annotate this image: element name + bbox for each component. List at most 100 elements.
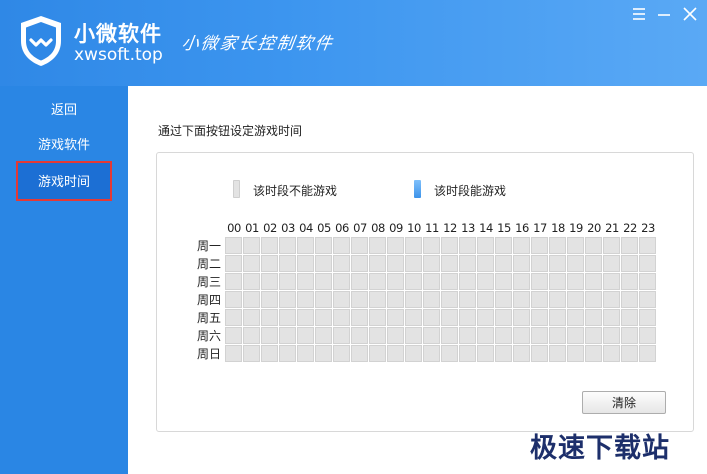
time-slot-cell[interactable] (297, 255, 314, 272)
time-slot-cell[interactable] (315, 291, 332, 308)
time-slot-cell[interactable] (369, 309, 386, 326)
time-slot-cell[interactable] (477, 309, 494, 326)
time-slot-cell[interactable] (513, 255, 530, 272)
time-slot-cell[interactable] (297, 345, 314, 362)
time-slot-cell[interactable] (387, 273, 404, 290)
time-slot-cell[interactable] (261, 291, 278, 308)
time-slot-cell[interactable] (585, 345, 602, 362)
time-slot-cell[interactable] (387, 237, 404, 254)
minimize-icon[interactable] (655, 5, 673, 23)
time-slot-cell[interactable] (333, 327, 350, 344)
time-slot-cell[interactable] (333, 273, 350, 290)
time-slot-cell[interactable] (279, 291, 296, 308)
time-slot-cell[interactable] (603, 291, 620, 308)
time-slot-cell[interactable] (639, 273, 656, 290)
time-slot-cell[interactable] (495, 237, 512, 254)
time-slot-cell[interactable] (333, 345, 350, 362)
time-slot-cell[interactable] (513, 273, 530, 290)
time-slot-cell[interactable] (225, 345, 242, 362)
time-slot-cell[interactable] (585, 273, 602, 290)
menu-icon[interactable] (630, 5, 648, 23)
time-slot-cell[interactable] (369, 255, 386, 272)
time-slot-cell[interactable] (369, 291, 386, 308)
time-slot-cell[interactable] (261, 327, 278, 344)
time-slot-cell[interactable] (459, 309, 476, 326)
time-slot-cell[interactable] (423, 273, 440, 290)
time-slot-cell[interactable] (549, 291, 566, 308)
time-slot-cell[interactable] (621, 237, 638, 254)
time-slot-cell[interactable] (477, 237, 494, 254)
time-slot-cell[interactable] (531, 309, 548, 326)
time-slot-cell[interactable] (261, 345, 278, 362)
time-slot-cell[interactable] (279, 345, 296, 362)
time-slot-cell[interactable] (639, 309, 656, 326)
clear-button[interactable]: 清除 (582, 391, 666, 414)
time-slot-cell[interactable] (279, 255, 296, 272)
time-slot-cell[interactable] (477, 291, 494, 308)
time-slot-cell[interactable] (495, 291, 512, 308)
time-slot-cell[interactable] (423, 237, 440, 254)
time-slot-cell[interactable] (477, 327, 494, 344)
time-slot-cell[interactable] (369, 327, 386, 344)
time-slot-cell[interactable] (333, 309, 350, 326)
time-slot-cell[interactable] (297, 327, 314, 344)
time-slot-cell[interactable] (243, 237, 260, 254)
time-slot-cell[interactable] (405, 291, 422, 308)
time-slot-cell[interactable] (621, 273, 638, 290)
time-slot-cell[interactable] (477, 273, 494, 290)
time-slot-cell[interactable] (387, 327, 404, 344)
time-slot-cell[interactable] (423, 327, 440, 344)
time-slot-cell[interactable] (387, 291, 404, 308)
time-slot-cell[interactable] (261, 273, 278, 290)
time-slot-cell[interactable] (567, 327, 584, 344)
time-slot-cell[interactable] (225, 237, 242, 254)
time-slot-cell[interactable] (369, 345, 386, 362)
time-slot-cell[interactable] (621, 345, 638, 362)
time-slot-cell[interactable] (549, 309, 566, 326)
time-slot-cell[interactable] (351, 309, 368, 326)
time-slot-cell[interactable] (603, 237, 620, 254)
time-slot-cell[interactable] (279, 309, 296, 326)
time-slot-cell[interactable] (513, 309, 530, 326)
time-slot-cell[interactable] (603, 327, 620, 344)
time-slot-cell[interactable] (621, 309, 638, 326)
sidebar-item-game-software[interactable]: 游戏软件 (0, 129, 128, 163)
time-slot-cell[interactable] (459, 345, 476, 362)
time-slot-cell[interactable] (333, 237, 350, 254)
time-slot-cell[interactable] (243, 327, 260, 344)
time-slot-cell[interactable] (261, 255, 278, 272)
time-slot-cell[interactable] (495, 327, 512, 344)
time-slot-cell[interactable] (297, 237, 314, 254)
time-slot-cell[interactable] (387, 255, 404, 272)
time-slot-cell[interactable] (549, 345, 566, 362)
time-slot-cell[interactable] (531, 237, 548, 254)
time-slot-cell[interactable] (243, 309, 260, 326)
time-slot-cell[interactable] (567, 273, 584, 290)
time-slot-cell[interactable] (639, 345, 656, 362)
time-slot-cell[interactable] (441, 309, 458, 326)
time-slot-cell[interactable] (567, 309, 584, 326)
time-slot-cell[interactable] (531, 255, 548, 272)
time-slot-cell[interactable] (315, 327, 332, 344)
time-slot-cell[interactable] (243, 291, 260, 308)
time-slot-cell[interactable] (603, 309, 620, 326)
time-slot-cell[interactable] (423, 291, 440, 308)
time-slot-cell[interactable] (603, 345, 620, 362)
time-slot-cell[interactable] (243, 273, 260, 290)
time-slot-cell[interactable] (261, 309, 278, 326)
time-slot-cell[interactable] (225, 309, 242, 326)
sidebar-item-back[interactable]: 返回 (0, 94, 128, 128)
time-slot-cell[interactable] (351, 291, 368, 308)
time-slot-cell[interactable] (387, 345, 404, 362)
time-slot-cell[interactable] (279, 237, 296, 254)
time-slot-cell[interactable] (585, 327, 602, 344)
time-slot-cell[interactable] (315, 273, 332, 290)
time-slot-cell[interactable] (351, 237, 368, 254)
time-slot-cell[interactable] (423, 255, 440, 272)
time-slot-cell[interactable] (621, 327, 638, 344)
time-slot-cell[interactable] (441, 291, 458, 308)
time-slot-cell[interactable] (585, 237, 602, 254)
time-slot-cell[interactable] (315, 309, 332, 326)
time-slot-cell[interactable] (279, 327, 296, 344)
time-slot-cell[interactable] (477, 345, 494, 362)
